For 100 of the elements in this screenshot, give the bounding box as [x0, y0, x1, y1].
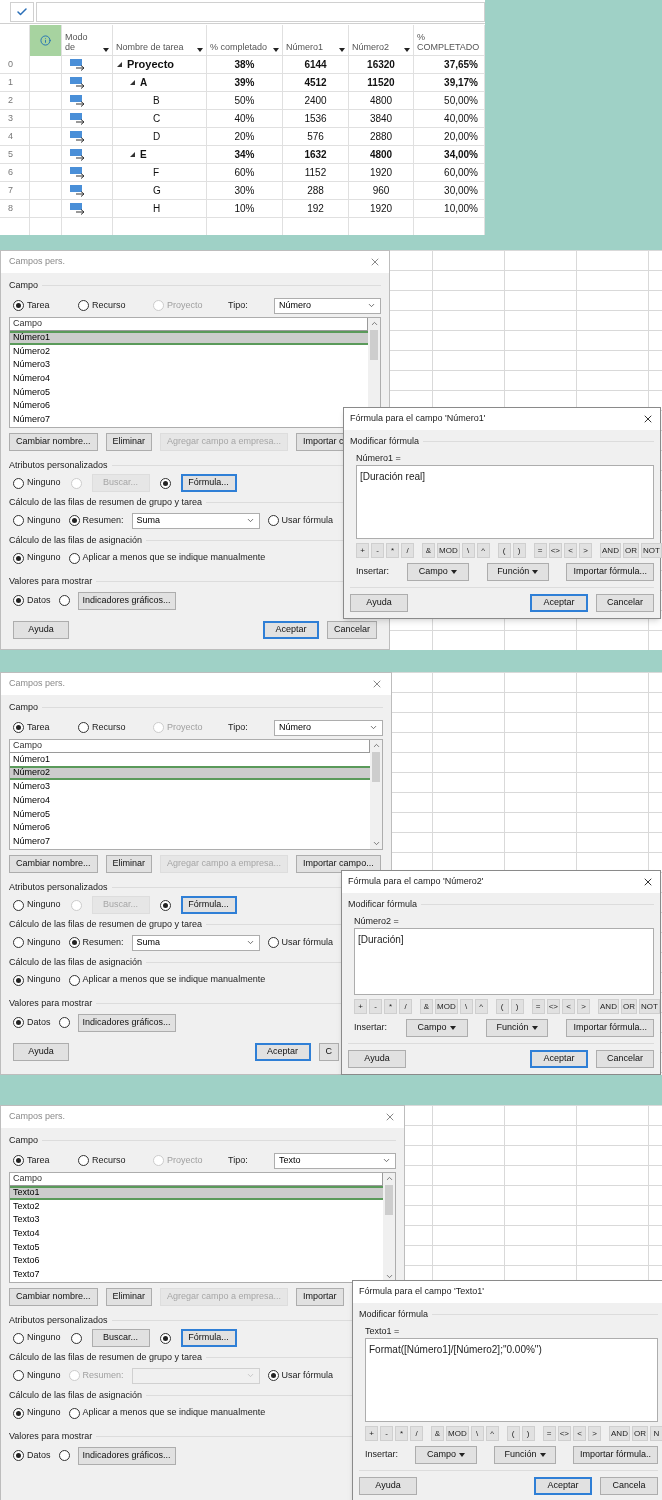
operator-button[interactable]: \	[461, 543, 475, 558]
list-item[interactable]: Texto2	[10, 1199, 383, 1214]
operator-button[interactable]: <>	[546, 999, 560, 1014]
list-item[interactable]: Texto6	[10, 1254, 383, 1268]
operator-button[interactable]: &	[422, 543, 435, 558]
operator-button[interactable]: -	[369, 999, 382, 1014]
type-dropdown[interactable]: Texto	[274, 1152, 396, 1169]
dialog-button[interactable]: Aceptar	[534, 1477, 592, 1495]
dialog-button[interactable]: Fórmula...	[180, 1329, 237, 1347]
operator-button[interactable]: <	[562, 999, 575, 1014]
type-dropdown[interactable]: Número	[274, 719, 383, 736]
operator-button[interactable]: >	[577, 999, 590, 1014]
operator-button[interactable]: +	[365, 1426, 378, 1441]
radio-button[interactable]	[13, 595, 24, 606]
radio-button[interactable]	[58, 595, 70, 606]
operator-button[interactable]: *	[384, 999, 397, 1014]
radio-button[interactable]	[13, 1407, 24, 1419]
operator-button[interactable]: >	[579, 543, 592, 558]
radio-button[interactable]	[267, 1370, 279, 1381]
radio-button[interactable]	[70, 1332, 82, 1344]
operator-button[interactable]: \	[470, 1426, 484, 1441]
dialog-button[interactable]: Función	[486, 1019, 548, 1037]
radio-button[interactable]	[13, 1017, 24, 1028]
operator-button[interactable]: *	[395, 1426, 408, 1441]
formula-field[interactable]: Format([Número1]/[Número2];"0.00%")	[365, 1338, 658, 1422]
dialog-button[interactable]: Ayuda	[13, 1042, 69, 1061]
operator-button[interactable]: ^	[476, 543, 490, 558]
operator-button[interactable]: OR	[631, 1426, 648, 1441]
dialog-button[interactable]: Función	[494, 1446, 556, 1464]
list-item[interactable]: Número5	[10, 807, 370, 822]
operator-button[interactable]: OR	[622, 543, 639, 558]
dialog-button[interactable]: Cambiar nombre...	[9, 854, 98, 873]
operator-button[interactable]: NOT	[638, 999, 660, 1014]
list-item[interactable]: Texto7	[10, 1267, 383, 1282]
dialog-button[interactable]: Función	[486, 563, 549, 581]
dialog-button[interactable]: Ayuda	[13, 620, 69, 639]
operator-button[interactable]: OR	[620, 999, 637, 1014]
summary-dropdown[interactable]: Suma	[131, 512, 260, 529]
collapse-triangle-icon[interactable]	[130, 152, 135, 157]
radio-button[interactable]	[13, 1450, 24, 1461]
operator-button[interactable]: (	[506, 1426, 520, 1441]
dialog-button[interactable]: Ayuda	[359, 1477, 417, 1495]
operator-button[interactable]: +	[354, 999, 367, 1014]
operator-button[interactable]: MOD	[446, 1426, 469, 1441]
radio-button[interactable]	[13, 477, 24, 489]
radio-button[interactable]	[13, 1332, 24, 1344]
collapse-triangle-icon[interactable]	[130, 80, 135, 85]
operator-button[interactable]: NOT	[640, 543, 662, 558]
dialog-button[interactable]: Buscar...	[91, 1329, 150, 1347]
operator-button[interactable]: =	[533, 543, 547, 558]
collapse-triangle-icon[interactable]	[117, 62, 122, 67]
dialog-button[interactable]: Importar fórmula...	[566, 1019, 654, 1037]
operator-button[interactable]: AND	[598, 999, 619, 1014]
dialog-button[interactable]: Eliminar	[105, 1287, 153, 1306]
operator-button[interactable]: >	[588, 1426, 601, 1441]
list-item[interactable]: Número2	[10, 766, 370, 781]
radio-button[interactable]	[78, 300, 89, 311]
entry-field[interactable]	[36, 1, 485, 22]
operator-button[interactable]: -	[380, 1426, 393, 1441]
radio-button[interactable]	[13, 552, 24, 564]
scrollbar[interactable]	[370, 739, 382, 849]
radio-button[interactable]	[159, 1332, 171, 1344]
operator-button[interactable]: ^	[485, 1426, 499, 1441]
list-item[interactable]: Número2	[10, 344, 368, 359]
list-item[interactable]: Número6	[10, 399, 368, 413]
dialog-button[interactable]: Cancelar	[326, 620, 377, 639]
dialog-button[interactable]: Aceptar	[262, 620, 319, 639]
operator-button[interactable]: /	[410, 1426, 423, 1441]
radio-button[interactable]	[159, 477, 171, 489]
scrollbar[interactable]	[383, 1172, 395, 1282]
operator-button[interactable]: AND	[600, 543, 621, 558]
dialog-button[interactable]: Eliminar	[105, 854, 153, 873]
radio-button[interactable]	[13, 1370, 24, 1381]
operator-button[interactable]: )	[510, 999, 524, 1014]
radio-button[interactable]	[267, 937, 279, 948]
radio-button[interactable]	[159, 899, 171, 911]
dialog-button[interactable]: Importar fórmula...	[566, 563, 654, 581]
operator-button[interactable]: &	[431, 1426, 444, 1441]
radio-button[interactable]	[267, 515, 279, 526]
operator-button[interactable]: )	[512, 543, 526, 558]
list-item[interactable]: Número4	[10, 793, 370, 808]
dialog-button[interactable]: Aceptar	[530, 1050, 588, 1068]
dialog-button[interactable]: C	[318, 1042, 339, 1061]
radio-button[interactable]	[13, 300, 24, 311]
list-item[interactable]: Número3	[10, 780, 370, 794]
column-header[interactable]: Número1	[283, 25, 349, 56]
radio-button[interactable]	[13, 722, 24, 733]
operator-button[interactable]: +	[356, 543, 369, 558]
operator-button[interactable]: ^	[474, 999, 488, 1014]
operator-button[interactable]: /	[401, 543, 414, 558]
operator-button[interactable]: <	[573, 1426, 586, 1441]
close-icon[interactable]	[642, 413, 654, 425]
type-dropdown[interactable]: Número	[274, 297, 381, 314]
operator-button[interactable]: =	[531, 999, 545, 1014]
column-header[interactable]: Nombre de tarea	[113, 25, 207, 56]
operator-button[interactable]: \	[459, 999, 473, 1014]
radio-button[interactable]	[78, 722, 89, 733]
list-item[interactable]: Número7	[10, 834, 370, 849]
operator-button[interactable]: &	[420, 999, 433, 1014]
dialog-button[interactable]: Eliminar	[105, 432, 153, 451]
